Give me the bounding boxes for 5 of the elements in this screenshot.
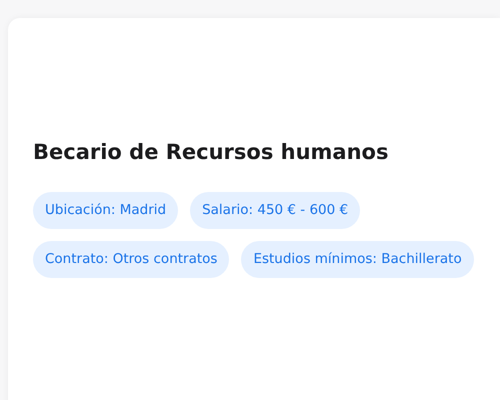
- info-tag: Estudios mínimos: Bachillerato: [241, 241, 474, 278]
- job-title: Becario de Recursos humanos: [33, 140, 390, 164]
- info-tag: Ubicación: Madrid: [33, 192, 178, 229]
- info-tag: Contrato: Otros contratos: [33, 241, 230, 278]
- info-tag: Salario: 450 € - 600 €: [190, 192, 360, 229]
